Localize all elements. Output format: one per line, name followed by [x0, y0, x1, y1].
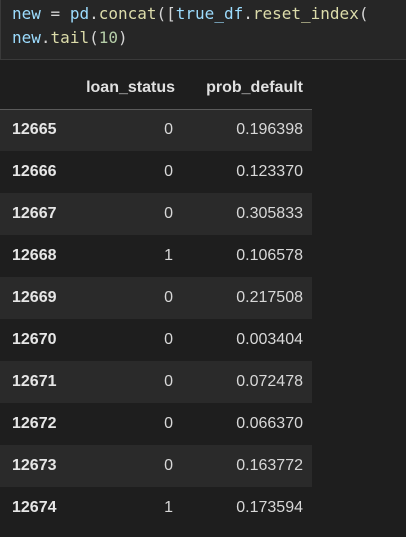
- table-row: 12667 0 0.305833: [0, 193, 312, 235]
- cell-loan-status: 0: [164, 289, 173, 306]
- table-row: 12670 0 0.003404: [0, 319, 312, 361]
- code-token-variable: new: [12, 4, 41, 23]
- row-index: 12670: [12, 331, 57, 348]
- code-token-number: 10: [98, 28, 118, 47]
- code-token-dot: .: [89, 4, 99, 23]
- code-token-function: concat: [98, 4, 157, 23]
- cell-prob-default: 0.003404: [236, 331, 303, 348]
- table-row: 12666 0 0.123370: [0, 151, 312, 193]
- cell-loan-status: 1: [164, 499, 173, 516]
- cell-loan-status: 1: [164, 247, 173, 264]
- code-token-variable: true_df: [175, 4, 244, 23]
- cell-prob-default: 0.123370: [236, 163, 303, 180]
- table-header-row: loan_status prob_default: [0, 67, 312, 110]
- cell-loan-status: 0: [164, 163, 173, 180]
- code-token-variable: new: [12, 28, 41, 47]
- cell-prob-default: 0.196398: [236, 121, 303, 139]
- row-index: 12667: [12, 205, 57, 222]
- table-row: 12671 0 0.072478: [0, 361, 312, 403]
- table-row: 12668 1 0.106578: [0, 235, 312, 277]
- code-token-punctuation: (: [358, 4, 369, 23]
- header-loan-status: loan_status: [73, 67, 177, 110]
- row-index: 12672: [12, 415, 57, 432]
- table-row: 12672 0 0.066370: [0, 403, 312, 445]
- cell-prob-default: 0.217508: [236, 289, 303, 306]
- row-index: 12666: [12, 163, 57, 180]
- cell-prob-default: 0.173594: [236, 499, 303, 516]
- code-line-1[interactable]: new = pd.concat([true_df.reset_index(: [12, 4, 368, 24]
- table-row: 12669 0 0.217508: [0, 277, 312, 319]
- cell-loan-status: 0: [164, 415, 173, 432]
- row-index: 12668: [12, 247, 57, 264]
- header-prob-default: prob_default: [177, 67, 312, 110]
- code-token-operator: =: [40, 4, 70, 23]
- output-dataframe-table: loan_status prob_default 12665 0 0.19639…: [0, 67, 312, 529]
- table-row: 12665 0 0.196398: [0, 109, 312, 151]
- cell-prob-default: 0.066370: [236, 415, 303, 432]
- cell-prob-default: 0.106578: [236, 247, 303, 264]
- code-token-punctuation: ([: [156, 4, 176, 23]
- table-row: 12674 1 0.173594: [0, 487, 312, 529]
- table-row: 12673 0 0.163772: [0, 445, 312, 487]
- notebook-view: new = pd.concat([true_df.reset_index( ne…: [0, 0, 406, 537]
- cell-prob-default: 0.163772: [236, 457, 303, 474]
- code-cell-editor[interactable]: new = pd.concat([true_df.reset_index( ne…: [0, 0, 406, 60]
- row-index: 12674: [12, 499, 57, 516]
- cell-loan-status: 0: [164, 331, 173, 348]
- code-token-module: pd: [69, 4, 90, 23]
- row-index: 12669: [12, 289, 57, 306]
- code-token-function: reset_index: [252, 4, 359, 23]
- row-index: 12671: [12, 373, 57, 390]
- code-token-punctuation: (: [89, 28, 99, 47]
- code-line-2[interactable]: new.tail(10): [12, 28, 128, 48]
- code-token-function: tail: [50, 28, 90, 47]
- cell-loan-status: 0: [164, 373, 173, 390]
- row-index: 12673: [12, 457, 57, 474]
- code-token-punctuation: ): [117, 28, 128, 47]
- cell-prob-default: 0.305833: [236, 205, 303, 222]
- row-index: 12665: [12, 121, 57, 139]
- header-index: [0, 67, 73, 110]
- cell-prob-default: 0.072478: [236, 373, 303, 390]
- code-token-dot: .: [243, 4, 253, 23]
- cell-loan-status: 0: [164, 457, 173, 474]
- cell-loan-status: 0: [164, 121, 173, 139]
- cell-loan-status: 0: [164, 205, 173, 222]
- code-token-dot: .: [40, 28, 51, 47]
